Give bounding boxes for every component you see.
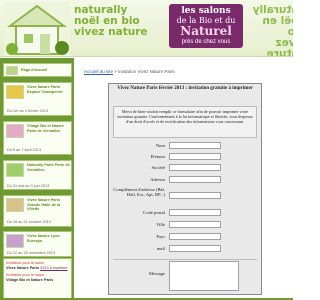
sidebar-item-label: Page d'accueil [21, 68, 48, 72]
prenom-input[interactable] [169, 153, 221, 160]
sidebar-item-villette[interactable]: Vivez Nature Paris Grande Halle de la Vi… [3, 195, 72, 227]
logo-left-line-3: vivez nature [74, 26, 148, 38]
logo-right-line-3: vivez nature [266, 37, 293, 57]
breadcrumb-home-link[interactable]: Accueil du site [84, 69, 113, 74]
field-label: Ville [156, 222, 165, 227]
logo-right-line-2: noël en bio [262, 15, 293, 38]
message-textarea[interactable] [169, 261, 239, 291]
sidebar-item-naturally[interactable]: Naturally Paris Porte de Versailles Du 3… [3, 160, 72, 190]
sidebar-item-label: Village Bio et Nature Paris de Versaille… [27, 124, 64, 133]
mail-input[interactable] [169, 245, 221, 252]
sidebar-item-label: Vivez Nature Lyon Eurexpo [27, 234, 60, 243]
sidebar-item-label: Vivez Nature Paris Espace Champerret [27, 85, 63, 94]
salons-logo: les salons de la Bio et du Naturel près … [169, 4, 243, 48]
form-intro-text: Merci de bien vouloir remplir ce formula… [113, 106, 257, 138]
complement-adresse-input[interactable] [169, 192, 221, 199]
sidebar-item-date: Du 31 mai au 3 juin 2013 [7, 184, 50, 188]
event-thumb-icon [6, 85, 24, 99]
invitation-block[interactable]: Invitation pour le salon Vivez Nature Pa… [6, 261, 69, 270]
field-label: mail [156, 246, 165, 251]
sidebar-invitations: Invitation pour le salon Vivez Nature Pa… [3, 258, 72, 300]
adresse-input[interactable] [169, 176, 221, 183]
societe-input[interactable] [169, 164, 221, 171]
field-label: Nom [155, 143, 165, 148]
breadcrumb-current: Invitation Vivez Nature Paris [118, 69, 175, 74]
home-thumb-icon [6, 66, 18, 75]
sidebar-item-date: Du 18 au 21 octobre 2013 [7, 220, 51, 224]
field-label: Pays [156, 234, 165, 239]
invitation-lead: Invitation pour le salon [6, 261, 44, 265]
event-thumb-icon [6, 198, 24, 212]
sidebar-item-versailles[interactable]: Village Bio et Nature Paris de Versaille… [3, 121, 72, 155]
naturally-logo-mirrored: naturally noël en bio vivez nature [246, 4, 293, 57]
field-label: Adresse [150, 177, 165, 182]
sidebar-item-champerret[interactable]: Vivez Nature Paris Espace Champerret Du … [3, 82, 72, 116]
event-thumb-icon [6, 163, 24, 177]
house-logo-icon [4, 2, 70, 56]
invitation-block[interactable]: Invitation pour le salon Village Bio et … [6, 273, 69, 282]
nom-input[interactable] [169, 142, 221, 149]
pays-input[interactable] [169, 233, 221, 240]
field-label: Complément d'adresse (Bât, Hall, Esc, Ap… [113, 187, 165, 197]
sidebar: Page d'accueil Vivez Nature Paris Espace… [0, 58, 74, 300]
field-label: Prénom [150, 154, 165, 159]
sidebar-item-lyon[interactable]: Vivez Nature Lyon Eurexpo Du 22 au 25 no… [3, 231, 72, 257]
form-title: Vivez Nature Paris février 2013 : invita… [117, 86, 253, 91]
sidebar-item-date: Du 1er au 4 février 2013 [7, 109, 48, 113]
breadcrumb: Accueil du site > Invitation Vivez Natur… [84, 69, 175, 74]
sidebar-item-home[interactable]: Page d'accueil [3, 63, 72, 77]
sidebar-item-label: Vivez Nature Paris Grande Halle de la Vi… [27, 198, 61, 211]
sidebar-item-date: Du 5 au 7 avril 2013 [7, 148, 41, 152]
invitation-name: Vivez Nature Paris [6, 265, 40, 270]
code-postal-input[interactable] [169, 209, 221, 216]
salon-line-1: les salons [181, 6, 231, 16]
field-label: Code postal [143, 210, 165, 215]
naturally-logo-text: naturally noël en bio vivez nature [74, 5, 169, 38]
salon-subtitle: près de chez vous [181, 39, 231, 45]
event-thumb-icon [6, 124, 24, 138]
invitation-name: Village Bio et Nature Paris [6, 277, 54, 282]
invitation-form: Vivez Nature Paris février 2013 : invita… [108, 83, 262, 295]
event-thumb-icon [6, 234, 24, 248]
sidebar-item-label: Naturally Paris Porte de Versailles [27, 163, 70, 172]
field-label: Société [151, 165, 165, 170]
invitation-link[interactable]: 2013 à imprimer [40, 266, 67, 270]
header-banner: naturally noël en bio vivez nature les s… [0, 0, 293, 57]
invitation-lead: Invitation pour le salon [6, 273, 44, 277]
ville-input[interactable] [169, 221, 221, 228]
sidebar-item-date: Du 22 au 25 novembre 2013 [7, 251, 56, 255]
field-label: Message [148, 271, 165, 276]
form-divider [113, 259, 257, 260]
salon-line-3: Naturel [180, 24, 232, 38]
